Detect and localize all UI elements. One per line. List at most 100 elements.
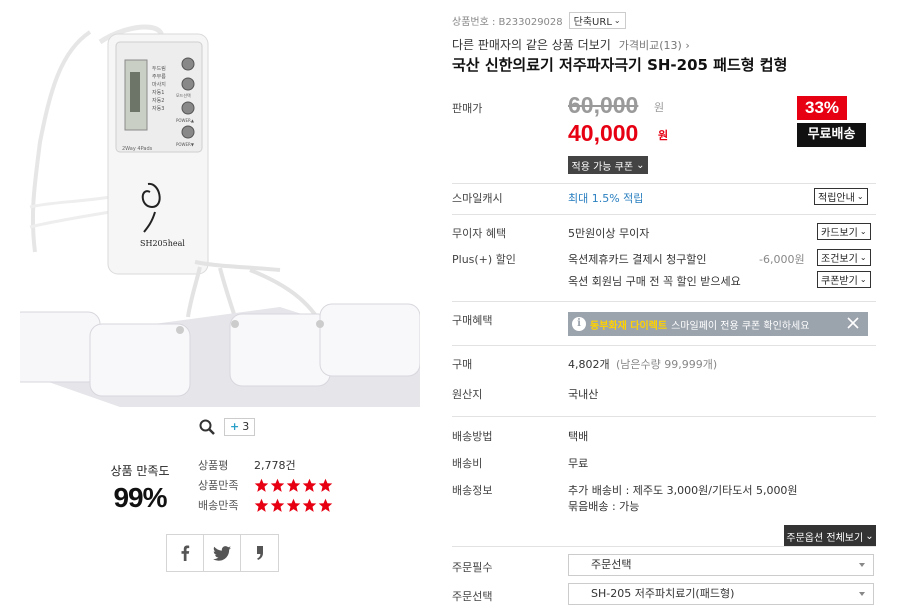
- free-shipping-badge: 무료배송: [797, 123, 866, 147]
- order-option-select[interactable]: SH-205 저주파치료기(패드형): [568, 583, 874, 605]
- satisfaction-summary: 상품 만족도 99%: [100, 462, 180, 514]
- star-icon: [286, 478, 301, 492]
- order-required-select[interactable]: 주문선택: [568, 554, 874, 576]
- product-code: 상품번호 : B233029028: [452, 17, 563, 28]
- promo-text: 스마일페이 전용 쿠폰 확인하세요: [671, 320, 810, 332]
- product-satisfaction-label: 상품만족: [198, 479, 239, 492]
- product-image[interactable]: 두드림 주무름 마사지 자동1 자동2 자동3 모드선택 POWER▲ POWE…: [20, 12, 420, 412]
- svg-text:POWER▲: POWER▲: [176, 118, 195, 123]
- star-icon: [254, 478, 269, 492]
- coupon-receive-label: 쿠폰받기: [821, 276, 858, 287]
- image-tools: + 3: [198, 418, 256, 436]
- original-price-unit: 원: [654, 101, 665, 114]
- delivery-satisfaction-row: 배송만족: [198, 495, 348, 515]
- chevron-down-icon: ⌄: [865, 530, 874, 542]
- order-required-label: 주문필수: [452, 561, 493, 574]
- order-required-value: 주문선택: [591, 558, 632, 571]
- divider: [452, 183, 876, 184]
- condition-view-label: 조건보기: [821, 254, 858, 265]
- dropdown-arrow-icon: [859, 592, 865, 596]
- delivery-stars: [254, 498, 333, 513]
- device-top-label: 2Way 4Pads: [122, 146, 153, 152]
- star-icon: [270, 478, 285, 492]
- original-price: 60,000: [568, 92, 639, 118]
- order-option-value: SH-205 저주파치료기(패드형): [591, 587, 735, 600]
- discount-badge: 33%: [797, 96, 847, 120]
- interest-free-value: 5만원이상 무이자: [568, 227, 650, 240]
- remaining-quantity: (남은수량 99,999개): [616, 358, 718, 371]
- twitter-icon: [213, 545, 231, 561]
- price-label: 판매가: [452, 102, 483, 115]
- delivery-fee-label: 배송비: [452, 457, 483, 470]
- smile-cash-value: 최대 1.5% 적립: [568, 192, 644, 205]
- product-gallery: 두드림 주무름 마사지 자동1 자동2 자동3 모드선택 POWER▲ POWE…: [0, 0, 440, 605]
- review-label: 상품평: [198, 459, 229, 472]
- purchase-label: 구매: [452, 358, 473, 371]
- condition-view-button[interactable]: 조건보기 ⌄: [817, 249, 871, 266]
- purchase-benefit-label: 구매혜택: [452, 314, 493, 327]
- delivery-satisfaction-label: 배송만족: [198, 499, 239, 512]
- device-mode-label: 주무름: [152, 74, 166, 80]
- star-icon: [254, 498, 269, 512]
- star-icon: [302, 478, 317, 492]
- review-count: 2,778건: [254, 459, 296, 472]
- story-icon: [256, 546, 263, 560]
- smile-cash-info-button[interactable]: 적립안내 ⌄: [814, 188, 868, 205]
- origin-label: 원산지: [452, 388, 483, 401]
- card-view-label: 카드보기: [821, 228, 858, 239]
- promo-banner[interactable]: i 동부화재 다이렉트 스마일페이 전용 쿠폰 확인하세요: [568, 312, 868, 336]
- zoom-icon[interactable]: [198, 418, 216, 436]
- satisfaction-value: 99%: [113, 482, 167, 513]
- available-coupon-label: 적용 가능 쿠폰: [571, 161, 634, 173]
- sale-price: 40,000: [568, 120, 639, 146]
- divider: [452, 301, 876, 302]
- close-icon[interactable]: [846, 316, 860, 330]
- card-view-button[interactable]: 카드보기 ⌄: [817, 223, 871, 240]
- divider: [452, 345, 876, 346]
- coupon-receive-button[interactable]: 쿠폰받기 ⌄: [817, 271, 871, 288]
- origin-value: 국내산: [568, 388, 599, 401]
- available-coupon-button[interactable]: 적용 가능 쿠폰 ⌄: [568, 156, 648, 174]
- twitter-share-button[interactable]: [204, 535, 241, 571]
- chevron-right-icon: ›: [685, 38, 690, 52]
- star-icon: [270, 498, 285, 512]
- product-code-row: 상품번호 : B233029028 단축URL ⌄: [452, 12, 626, 29]
- divider: [452, 416, 876, 417]
- order-options-toggle[interactable]: 주문옵션 전체보기 ⌄: [784, 525, 876, 547]
- plus-icon: +: [230, 420, 240, 433]
- order-select-label: 주문선택: [452, 590, 493, 603]
- device-mode-label: 자동1: [152, 89, 164, 96]
- chevron-down-icon: ⌄: [636, 159, 645, 171]
- more-images-count: 3: [242, 420, 250, 433]
- product-info: 상품번호 : B233029028 단축URL ⌄ 다른 판매자의 같은 상품 …: [452, 0, 876, 605]
- review-row[interactable]: 상품평 2,778건: [198, 455, 348, 475]
- smile-cash-label: 스마일캐시: [452, 192, 503, 205]
- device-logo: SH205heal: [140, 239, 185, 248]
- product-satisfaction-row: 상품만족: [198, 475, 348, 495]
- delivery-fee-value: 무료: [568, 457, 589, 470]
- satisfaction-label: 상품 만족도: [110, 464, 170, 478]
- purchase-count: 4,802개: [568, 358, 610, 371]
- share-buttons: [166, 534, 279, 572]
- promo-highlight: 동부화재 다이렉트: [590, 320, 668, 332]
- chevron-down-icon: ⌄: [859, 275, 867, 284]
- device-mode-label: 두드림: [152, 65, 166, 72]
- short-url-button[interactable]: 단축URL ⌄: [568, 12, 626, 29]
- delivery-info-label: 배송정보: [452, 484, 493, 497]
- member-discount-text: 옥션 회원님 구매 전 꼭 할인 받으세요: [568, 275, 741, 288]
- chevron-down-icon: ⌄: [613, 16, 621, 25]
- facebook-share-button[interactable]: [167, 535, 204, 571]
- delivery-info-line2: 묶음배송 : 가능: [568, 500, 640, 513]
- dropdown-arrow-icon: [859, 563, 865, 567]
- star-icon: [318, 478, 333, 492]
- other-sellers-link[interactable]: 다른 판매자의 같은 상품 더보기: [452, 36, 611, 53]
- story-share-button[interactable]: [241, 535, 278, 571]
- divider: [452, 214, 876, 215]
- short-url-label: 단축URL: [573, 17, 612, 28]
- more-images-button[interactable]: + 3: [224, 418, 256, 436]
- delivery-info-line1: 추가 배송비 : 제주도 3,000원/기타도서 5,000원: [568, 484, 798, 497]
- device-mode-label: 마사지: [152, 81, 166, 88]
- info-icon: i: [572, 317, 586, 331]
- plus-discount-amount: -6,000원: [759, 253, 805, 266]
- price-compare-link[interactable]: 가격비교(13) ›: [619, 37, 690, 53]
